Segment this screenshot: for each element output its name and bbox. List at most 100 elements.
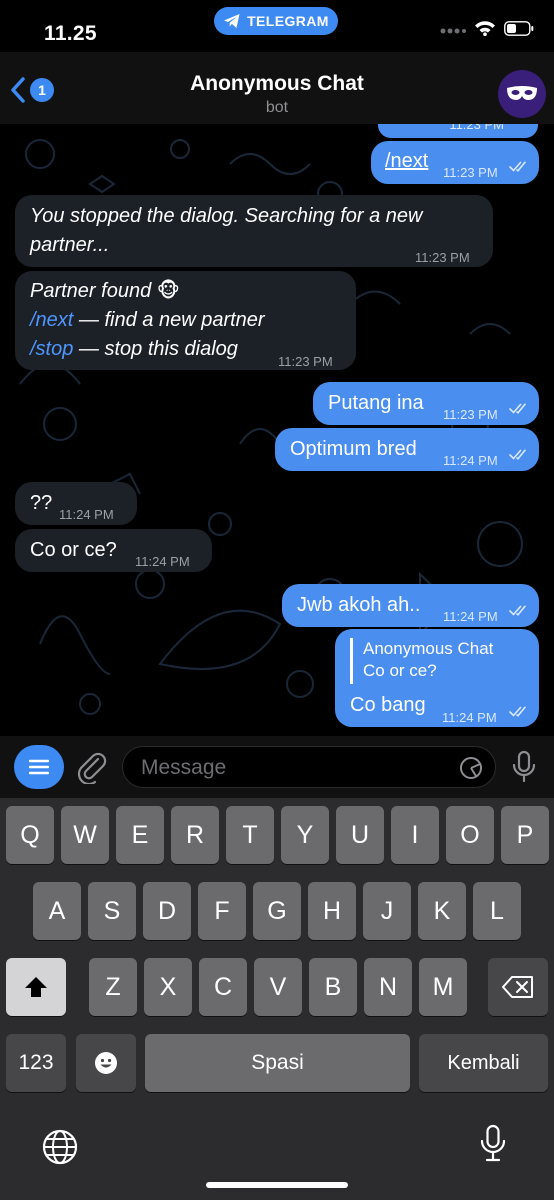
message-text: Optimum bred bbox=[290, 438, 417, 460]
status-time: 11.25 bbox=[44, 22, 97, 45]
message-bubble-incoming[interactable]: Co or ce? 11:24 PM bbox=[15, 529, 212, 572]
shift-icon bbox=[25, 977, 47, 997]
signal-icon bbox=[440, 28, 466, 34]
avatar[interactable] bbox=[498, 70, 546, 118]
return-key[interactable]: Kembali bbox=[419, 1034, 548, 1092]
voice-message-button[interactable] bbox=[510, 750, 538, 789]
message-time: 11:23 PM bbox=[415, 250, 470, 265]
message-bubble-incoming[interactable]: You stopped the dialog. Searching for a … bbox=[15, 195, 493, 267]
message-line: /stop — stop this dialog bbox=[30, 335, 238, 364]
space-key[interactable]: Spasi bbox=[145, 1034, 410, 1092]
key-j[interactable]: J bbox=[363, 882, 411, 940]
key-z[interactable]: Z bbox=[89, 958, 137, 1016]
monkey-emoji: 🐵 bbox=[156, 280, 180, 302]
bot-menu-button[interactable] bbox=[14, 745, 64, 789]
message-text: Putang ina bbox=[328, 392, 424, 414]
reply-text: Co or ce? bbox=[363, 661, 437, 680]
attach-button[interactable] bbox=[76, 750, 108, 789]
message-text: Co or ce? bbox=[30, 539, 117, 561]
chat-title[interactable]: Anonymous Chat bbox=[0, 72, 554, 96]
key-r[interactable]: R bbox=[171, 806, 219, 864]
key-f[interactable]: F bbox=[198, 882, 246, 940]
double-check-icon bbox=[509, 403, 526, 414]
backspace-icon bbox=[502, 976, 533, 998]
key-e[interactable]: E bbox=[116, 806, 164, 864]
key-c[interactable]: C bbox=[199, 958, 247, 1016]
key-q[interactable]: Q bbox=[6, 806, 54, 864]
key-t[interactable]: T bbox=[226, 806, 274, 864]
key-y[interactable]: Y bbox=[281, 806, 329, 864]
chat-subtitle: bot bbox=[265, 99, 289, 116]
key-x[interactable]: X bbox=[144, 958, 192, 1016]
dictation-button[interactable] bbox=[479, 1124, 507, 1169]
key-h[interactable]: H bbox=[308, 882, 356, 940]
menu-icon bbox=[29, 759, 49, 775]
sticker-button[interactable] bbox=[459, 756, 483, 785]
message-bubble-outgoing[interactable]: Jwb akoh ah.. 11:24 PM bbox=[282, 584, 539, 627]
key-g[interactable]: G bbox=[253, 882, 301, 940]
message-text: — find a new partner bbox=[73, 309, 265, 331]
battery-icon bbox=[504, 20, 534, 36]
message-bubble-incoming[interactable]: Partner found 🐵 /next — find a new partn… bbox=[15, 271, 356, 370]
key-w[interactable]: W bbox=[61, 806, 109, 864]
message-bubble-outgoing[interactable]: Putang ina 11:23 PM bbox=[313, 382, 539, 425]
key-l[interactable]: L bbox=[473, 882, 521, 940]
command-link-next[interactable]: /next bbox=[30, 309, 73, 331]
command-link-next[interactable]: /next bbox=[385, 147, 428, 176]
reply-author: Anonymous Chat bbox=[363, 639, 494, 658]
status-icons bbox=[440, 20, 534, 36]
message-bubble-incoming[interactable]: ?? 11:24 PM bbox=[15, 482, 137, 525]
keyboard: QWERTYUIOP ASDFGHJKL ZXCVBNM 123 Spasi K… bbox=[0, 798, 554, 1200]
message-time: 11:24 PM bbox=[443, 453, 498, 468]
message-text: partner... bbox=[30, 234, 110, 256]
telegram-pill-label: TELEGRAM bbox=[247, 13, 329, 29]
emoji-key[interactable] bbox=[76, 1034, 136, 1092]
key-n[interactable]: N bbox=[364, 958, 412, 1016]
message-time: 11:24 PM bbox=[442, 710, 497, 725]
backspace-key[interactable] bbox=[488, 958, 548, 1016]
mask-icon bbox=[507, 86, 537, 100]
message-text: Partner found bbox=[30, 280, 152, 302]
double-check-icon bbox=[509, 706, 526, 717]
key-k[interactable]: K bbox=[418, 882, 466, 940]
home-indicator bbox=[206, 1182, 348, 1188]
key-u[interactable]: U bbox=[336, 806, 384, 864]
message-bubble-outgoing[interactable]: 11:23 PM bbox=[378, 124, 538, 138]
message-bubble-outgoing[interactable]: Anonymous Chat Co or ce? Co bang 11:24 P… bbox=[335, 629, 539, 727]
shift-key[interactable] bbox=[6, 958, 66, 1016]
status-bar: 11.25 TELEGRAM bbox=[0, 0, 554, 52]
message-list[interactable]: 11:23 PM /next 11:23 PM You stopped the … bbox=[0, 124, 554, 736]
sticker-icon bbox=[460, 757, 482, 779]
telegram-icon bbox=[224, 14, 240, 28]
key-p[interactable]: P bbox=[501, 806, 549, 864]
globe-button[interactable] bbox=[41, 1128, 79, 1171]
emoji-icon bbox=[95, 1052, 117, 1074]
numbers-key[interactable]: 123 bbox=[6, 1034, 66, 1092]
message-bubble-outgoing[interactable]: /next 11:23 PM bbox=[371, 141, 539, 184]
chat-header: 1 Anonymous Chat bot bbox=[0, 52, 554, 124]
command-link-stop[interactable]: /stop bbox=[30, 338, 73, 360]
key-i[interactable]: I bbox=[391, 806, 439, 864]
key-s[interactable]: S bbox=[88, 882, 136, 940]
key-m[interactable]: M bbox=[419, 958, 467, 1016]
message-input-bar bbox=[0, 736, 554, 798]
key-a[interactable]: A bbox=[33, 882, 81, 940]
message-time: 11:23 PM bbox=[443, 165, 498, 180]
key-v[interactable]: V bbox=[254, 958, 302, 1016]
double-check-icon bbox=[509, 161, 526, 172]
telegram-pill[interactable]: TELEGRAM bbox=[214, 7, 338, 35]
message-time: 11:24 PM bbox=[135, 554, 190, 569]
message-bubble-outgoing[interactable]: Optimum bred 11:24 PM bbox=[275, 428, 539, 471]
key-b[interactable]: B bbox=[309, 958, 357, 1016]
message-line: /next — find a new partner bbox=[30, 306, 265, 335]
message-field[interactable] bbox=[122, 746, 496, 789]
key-o[interactable]: O bbox=[446, 806, 494, 864]
key-d[interactable]: D bbox=[143, 882, 191, 940]
message-line: Partner found 🐵 bbox=[30, 277, 180, 306]
message-time: 11:24 PM bbox=[443, 609, 498, 624]
message-text: Jwb akoh ah.. bbox=[297, 594, 421, 616]
reply-quote[interactable]: Anonymous Chat Co or ce? bbox=[350, 638, 525, 684]
globe-icon bbox=[42, 1129, 78, 1165]
microphone-icon bbox=[480, 1124, 506, 1162]
message-input[interactable] bbox=[139, 747, 453, 789]
